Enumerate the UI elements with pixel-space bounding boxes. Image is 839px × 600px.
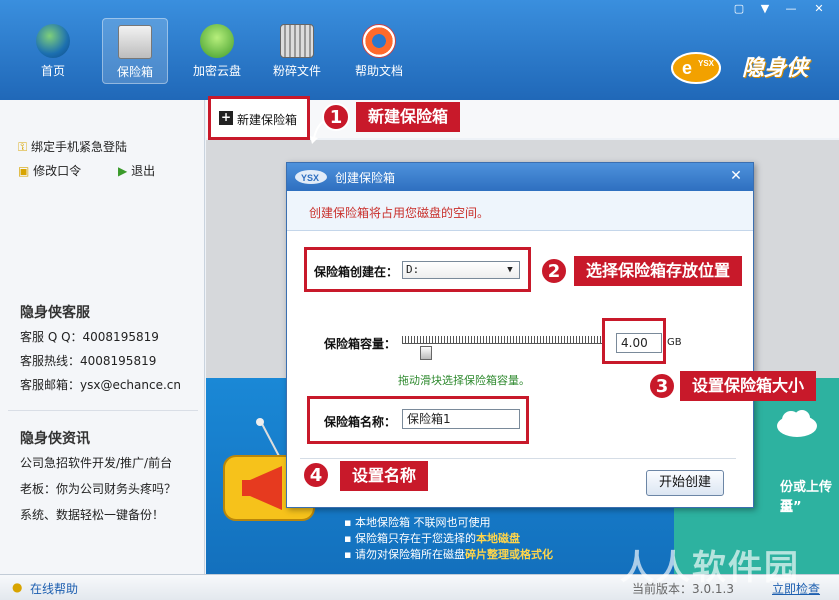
logo-e-icon: e YSX	[671, 52, 721, 84]
online-help-link[interactable]: 在线帮助	[30, 580, 78, 597]
nav-home-label: 首页	[40, 64, 65, 78]
nav-cloud-label: 加密云盘	[192, 64, 241, 78]
nav-help-docs[interactable]: 帮助文档	[346, 18, 412, 84]
nav-cloud[interactable]: 加密云盘	[184, 18, 250, 84]
safe-icon	[118, 25, 152, 59]
lightbulb-icon: ●	[12, 580, 23, 594]
cloud-icon	[777, 410, 817, 437]
capacity-label: 保险箱容量：	[324, 337, 397, 351]
globe-icon	[36, 24, 70, 58]
dialog-subtitle-bar: 创建保险箱将占用您磁盘的空间。	[287, 191, 753, 231]
shirt-icon[interactable]: ▢	[730, 2, 748, 16]
news-item[interactable]: 老板：你为公司财务头疼吗？	[20, 480, 176, 497]
nav-vault[interactable]: 保险箱	[102, 18, 168, 84]
new-vault-button[interactable]: + 新建保险箱	[208, 96, 310, 140]
change-password-link[interactable]: ▣ 修改口令	[18, 162, 81, 179]
service-qq: 客服 Q Q：4008195819	[20, 330, 159, 344]
exit-icon: ▶	[118, 164, 128, 178]
capacity-input[interactable]: 4.00	[616, 333, 662, 353]
step-3-label: 设置保险箱大小	[680, 371, 817, 401]
banner-item: ▪ 本地保险箱 不联网也可使用	[344, 516, 491, 529]
new-vault-label: 新建保险箱	[237, 113, 298, 127]
chevron-down-icon: ▼	[507, 265, 513, 275]
service-title: 隐身侠客服	[20, 305, 90, 321]
svg-text:e: e	[682, 58, 692, 78]
step-4-badge: 4	[302, 461, 330, 489]
divider	[8, 410, 198, 411]
banner-item: ▪ 保险箱只存在于您选择的本地磁盘	[344, 532, 520, 545]
logout-link[interactable]: ▶ 退出	[118, 162, 155, 179]
app-logo: e YSX 隐身侠	[668, 46, 828, 86]
dialog-subtitle: 创建保险箱将占用您磁盘的空间。	[309, 206, 490, 220]
dialog-divider	[300, 458, 736, 459]
service-hotline: 客服热线：4008195819	[20, 354, 157, 368]
step-4-label: 设置名称	[340, 461, 429, 491]
svg-text:YSX: YSX	[301, 173, 319, 183]
step-1-label: 新建保险箱	[356, 102, 461, 132]
capacity-unit: GB	[667, 337, 682, 348]
banner-item: ▪ 请勿对保险箱所在磁盘碎片整理或格式化	[344, 548, 553, 561]
nav-vault-label: 保险箱	[116, 65, 153, 79]
change-password-label: 修改口令	[33, 164, 82, 178]
location-value: D:	[406, 263, 420, 276]
step-1-badge: 1	[322, 103, 350, 131]
plus-icon: +	[219, 110, 233, 125]
logo-text: 隐身侠	[742, 56, 809, 81]
lock-icon: ▣	[18, 164, 30, 178]
news-title: 隐身侠资讯	[20, 431, 90, 447]
close-icon[interactable]: ✕	[810, 2, 828, 16]
banner-right-text2: 盘”	[780, 500, 802, 515]
logout-label: 退出	[131, 164, 156, 178]
menu-icon[interactable]: ▼	[756, 2, 774, 16]
start-create-button[interactable]: 开始创建	[646, 470, 724, 496]
nav-shredder-label: 粉碎文件	[272, 64, 321, 78]
news-item[interactable]: 公司急招软件开发/推广/前台	[20, 454, 172, 471]
minimize-icon[interactable]: —	[782, 2, 800, 16]
left-panel: ⚿ 绑定手机紧急登陆 ▣ 修改口令 ▶ 退出 隐身侠客服 客服 Q Q：4008…	[0, 100, 205, 574]
bind-phone-link[interactable]: ⚿ 绑定手机紧急登陆	[18, 138, 127, 155]
slider-hint: 拖动滑块选择保险箱容量。	[398, 374, 530, 387]
step-2-badge: 2	[540, 257, 568, 285]
top-navigation-bar: 首页 保险箱 加密云盘 粉碎文件 帮助文档 ▢ ▼ — ✕ e YSX 隐身侠	[0, 0, 839, 100]
dialog-close-icon[interactable]: ✕	[725, 166, 747, 186]
bind-phone-label: 绑定手机紧急登陆	[30, 140, 127, 154]
name-label: 保险箱名称：	[324, 415, 397, 429]
capacity-slider-track[interactable]	[402, 336, 604, 344]
news-item[interactable]: 系统、数据轻松一键备份！	[20, 506, 164, 523]
location-label: 保险箱创建在：	[314, 265, 399, 279]
dialog-titlebar: YSX 创建保险箱 ✕	[287, 163, 753, 191]
nav-shredder[interactable]: 粉碎文件	[264, 18, 330, 84]
step-3-badge: 3	[648, 372, 676, 400]
key-icon: ⚿	[18, 140, 28, 154]
location-select[interactable]: D: ▼	[402, 261, 520, 279]
vault-name-input[interactable]: 保险箱1	[402, 409, 520, 429]
capacity-slider-thumb[interactable]	[420, 346, 433, 360]
shredder-icon	[280, 24, 314, 58]
lifebuoy-icon	[362, 24, 396, 58]
svg-text:YSX: YSX	[698, 59, 715, 68]
service-email: 客服邮箱：ysx@echance.cn	[20, 378, 181, 392]
nav-help-docs-label: 帮助文档	[354, 64, 403, 78]
step-2-label: 选择保险箱存放位置	[574, 256, 743, 286]
dialog-logo-icon: YSX	[295, 170, 327, 184]
watermark: 人人软件园	[620, 548, 800, 588]
cloud-icon	[200, 24, 234, 58]
nav-home[interactable]: 首页	[20, 18, 86, 84]
dialog-title: 创建保险箱	[335, 171, 396, 185]
